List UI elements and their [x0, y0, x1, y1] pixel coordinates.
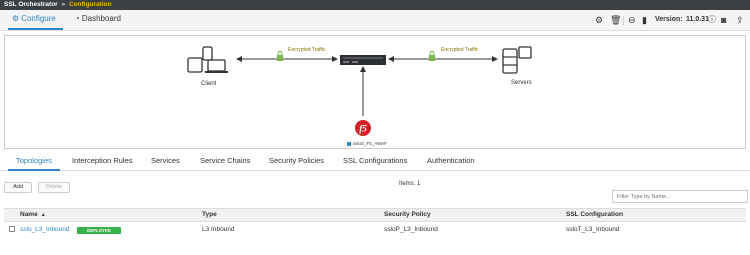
topology-security-policy: ssloP_L3_Inbound — [384, 226, 438, 233]
service-status-icon — [347, 142, 351, 146]
svg-text:f5: f5 — [359, 124, 367, 134]
column-header-ssl-configuration[interactable]: SSL Configuration — [566, 211, 623, 218]
table-row: sslo_L3_Inbound DEPLOYED L3 Inbound sslo… — [4, 222, 746, 238]
f5-logo-icon[interactable]: f5 — [355, 120, 371, 136]
column-header-security-policy[interactable]: Security Policy — [384, 211, 431, 218]
table-header: Name ▲ Type Security Policy SSL Configura… — [4, 208, 746, 222]
topology-ssl-configuration: ssloT_L3_Inbound — [566, 226, 620, 233]
column-header-name[interactable]: Name ▲ — [20, 211, 46, 218]
gear-icon: ⚙ — [12, 14, 20, 23]
add-button[interactable]: Add — [4, 182, 32, 193]
tab-security-policies[interactable]: Security Policies — [269, 156, 324, 165]
info-icon[interactable]: ⓘ — [708, 10, 716, 30]
camera-icon[interactable]: ◙ — [721, 10, 726, 30]
topology-diagram: f5 Client Servers Encrypted Traffic Encr… — [4, 35, 746, 149]
config-tabs: Topologies Interception Rules Services S… — [0, 152, 750, 171]
topology-type: L3 Inbound — [202, 226, 235, 233]
items-count: Items: 1 — [399, 181, 421, 187]
office-icon[interactable]: ▮ — [642, 10, 647, 30]
nav-tab-label: Configure — [21, 14, 56, 23]
left-traffic-arrow — [236, 56, 338, 62]
sort-ascending-icon: ▲ — [40, 212, 46, 218]
tab-authentication[interactable]: Authentication — [427, 156, 475, 165]
delete-button[interactable]: Delete — [38, 182, 70, 193]
servers-icon[interactable] — [502, 46, 532, 74]
nav-tab-configure[interactable]: ⚙ Configure — [8, 10, 63, 30]
upload-icon[interactable]: ⇪ — [736, 10, 744, 30]
tab-service-chains[interactable]: Service Chains — [200, 156, 250, 165]
breadcrumb-app[interactable]: SSL Orchestrator — [4, 1, 58, 8]
nav-tab-dashboard[interactable]: ◔ Dashboard — [75, 10, 121, 30]
tab-ssl-configurations[interactable]: SSL Configurations — [343, 156, 407, 165]
tab-topologies[interactable]: Topologies — [16, 156, 52, 165]
breadcrumb-current: Configuration — [68, 1, 112, 8]
zoom-out-icon[interactable]: ⊖ — [628, 10, 636, 30]
lock-icon — [429, 50, 435, 61]
right-traffic-label: Encrypted Traffic — [441, 47, 479, 53]
diagram-canvas: f5 — [187, 46, 532, 146]
breadcrumb-separator: » — [61, 1, 66, 8]
left-traffic-label: Encrypted Traffic — [288, 47, 326, 53]
topology-name-link[interactable]: sslo_L3_Inbound — [20, 226, 70, 233]
row-checkbox[interactable] — [9, 226, 15, 232]
client-devices-icon[interactable] — [187, 46, 228, 73]
version-number: 11.0.31 — [686, 16, 709, 23]
right-traffic-arrow — [388, 56, 498, 62]
f5-appliance-icon[interactable] — [340, 55, 386, 65]
servers-label: Servers — [511, 80, 532, 86]
column-header-type[interactable]: Type — [202, 211, 217, 218]
divider: | — [622, 15, 625, 25]
settings-gear-icon[interactable]: ⚙ — [595, 10, 603, 30]
breadcrumb: SSL Orchestrator » Configuration — [0, 0, 750, 10]
tab-services[interactable]: Services — [151, 156, 180, 165]
status-badge: DEPLOYED — [77, 227, 121, 234]
lock-icon — [277, 50, 283, 61]
active-tab-indicator — [8, 169, 60, 171]
gauge-icon: ◔ — [75, 14, 80, 23]
filter-input[interactable] — [612, 190, 748, 203]
tab-interception-rules[interactable]: Interception Rules — [72, 156, 132, 165]
toolbar-icons: ⚙ 🗑 | ⊖ ▮ Version: 11.0.31 ⓘ ◙ ⇪ — [595, 10, 750, 30]
version-label: Version: — [655, 16, 683, 23]
f5-service-label[interactable]: ssloS_F5_AWAF — [353, 141, 387, 146]
trash-icon[interactable]: 🗑 — [610, 10, 621, 30]
service-connection-arrow — [360, 66, 366, 116]
nav-tab-label: Dashboard — [81, 14, 121, 23]
client-label: Client — [201, 81, 217, 87]
